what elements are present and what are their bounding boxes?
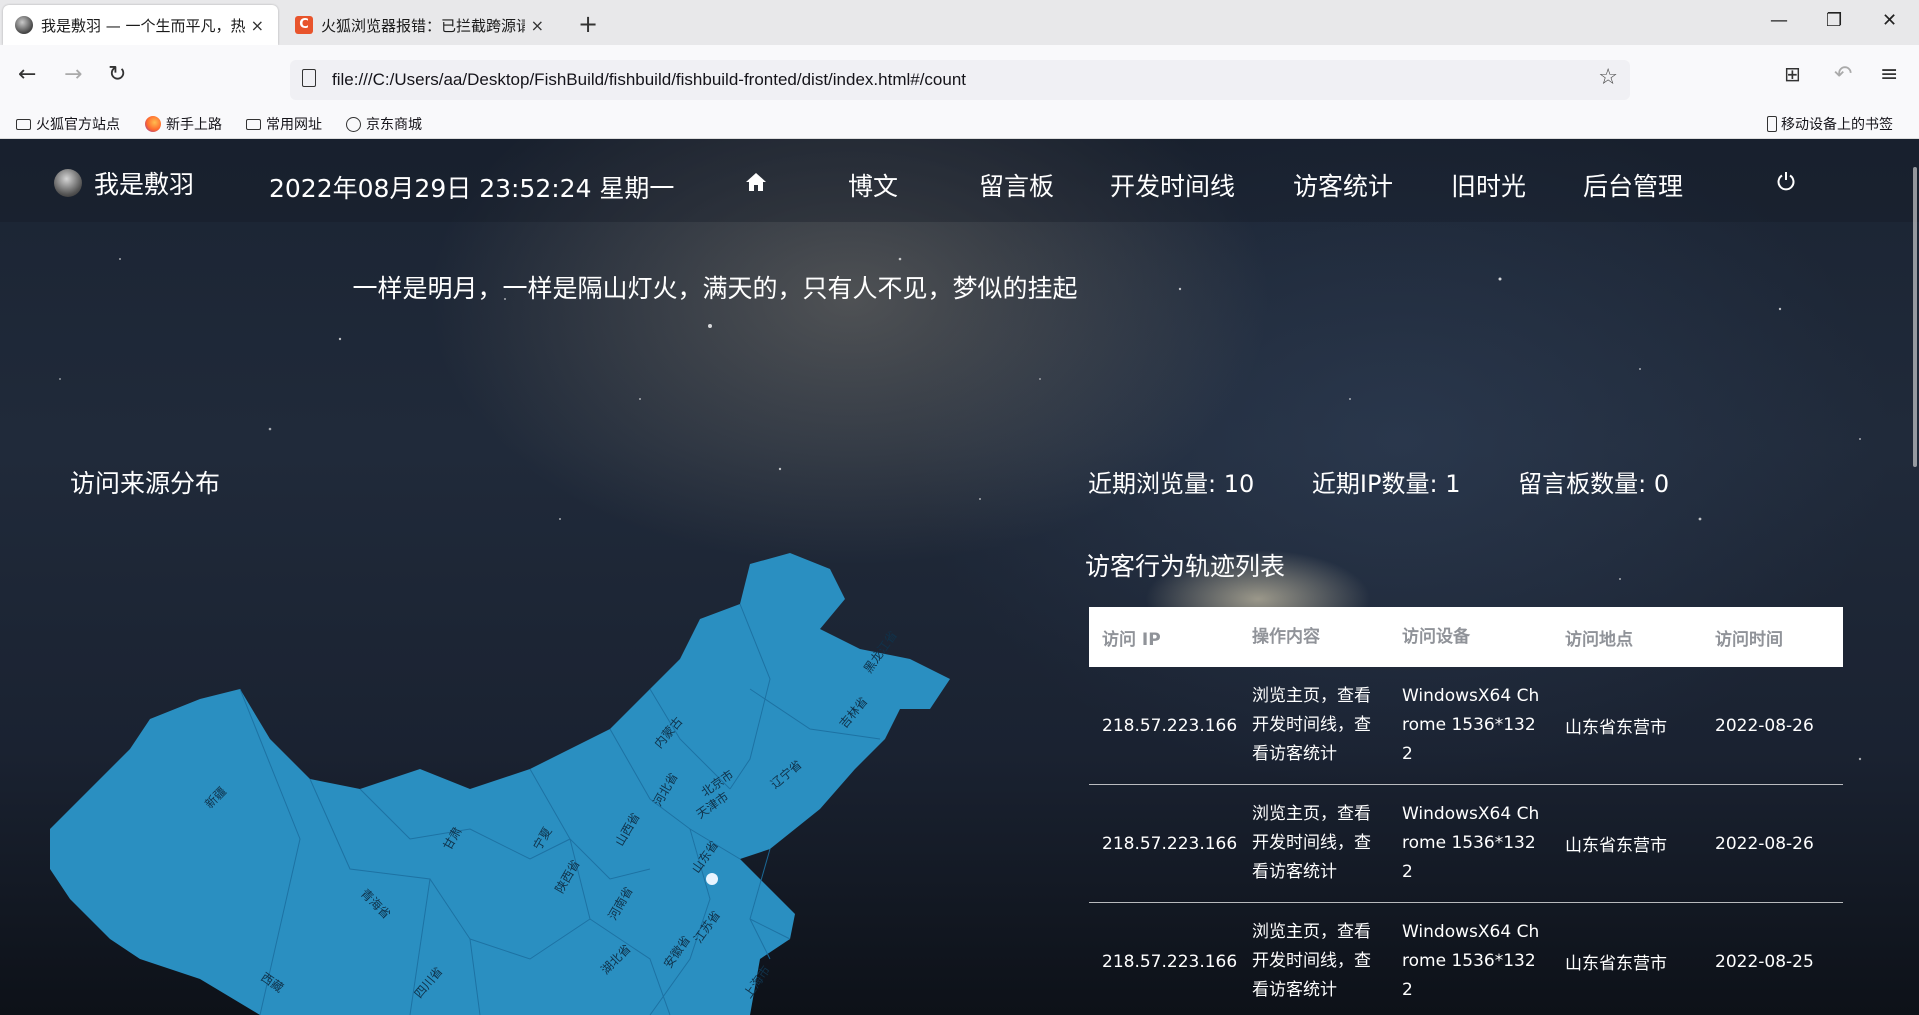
url-text[interactable]: file:///C:/Users/aa/Desktop/FishBuild/fi…	[332, 70, 966, 90]
bookmark-label: 新手上路	[166, 117, 222, 133]
bookmark-jd[interactable]: 京东商城	[346, 114, 422, 134]
tab-strip: 我是敷羽 — 一个生而平凡，热爱 × C 火狐浏览器报错：已拦截跨源请求 × +…	[0, 0, 1919, 45]
stat-ips-label: 近期IP数量:	[1311, 470, 1438, 498]
header-ip[interactable]: 访问 IP	[1089, 625, 1239, 650]
cell-device: WindowsX64 Chrome 1536*1322	[1402, 922, 1540, 1000]
bookmark-firefox-site[interactable]: 火狐官方站点	[16, 114, 120, 134]
table-row[interactable]: 218.57.223.166 浏览主页，查看开发时间线，查看访客统计 Windo…	[1089, 785, 1843, 903]
stat-ips: 近期IP数量: 1	[1312, 470, 1461, 498]
cell-device: WindowsX64 Chrome 1536*1322	[1402, 804, 1540, 882]
bookmark-star-icon[interactable]: ☆	[1598, 65, 1618, 90]
bookmark-label: 京东商城	[366, 117, 422, 133]
page-content: 我是敷羽 2022年08月29日 23:52:24 星期一 博文 留言板 开发时…	[0, 139, 1919, 1015]
nav-admin[interactable]: 后台管理	[1583, 167, 1683, 203]
table-row[interactable]: 218.57.223.166 浏览主页，查看开发时间线，查看访客统计 Windo…	[1089, 903, 1843, 1015]
site-motto: 一样是明月，一样是隔山灯火，满天的，只有人不见，梦似的挂起	[352, 274, 1078, 303]
datetime-clock: 2022年08月29日 23:52:24 星期一	[269, 174, 675, 203]
header-device[interactable]: 访问设备	[1389, 623, 1552, 652]
bookmarks-bar: 火狐官方站点 新手上路 常用网址 京东商城 移动设备上的书签	[0, 108, 1919, 139]
site-favicon-icon	[15, 16, 33, 34]
power-icon[interactable]	[1776, 171, 1796, 191]
china-visitor-map[interactable]: 黑龙江省吉林省辽宁省内蒙古北京市天津市河北省山东省山西省宁夏陕西省河南省甘肃青海…	[50, 539, 970, 1015]
brand-name: 我是敷羽	[94, 170, 195, 199]
nav-dev-timeline[interactable]: 开发时间线	[1110, 167, 1235, 203]
nav-guestbook[interactable]: 留言板	[979, 167, 1054, 203]
bookmark-label: 常用网址	[266, 117, 322, 133]
tab-close-icon[interactable]: ×	[251, 16, 264, 35]
minimize-icon[interactable]: —	[1770, 10, 1788, 31]
tab-close-icon[interactable]: ×	[531, 16, 544, 35]
address-bar[interactable]: file:///C:/Users/aa/Desktop/FishBuild/fi…	[290, 60, 1630, 100]
nav-old-times[interactable]: 旧时光	[1451, 167, 1526, 203]
tab-title: 火狐浏览器报错：已拦截跨源请求	[321, 16, 525, 35]
cell-action: 浏览主页，查看开发时间线，查看访客统计	[1252, 686, 1371, 764]
tab-title: 我是敷羽 — 一个生而平凡，热爱	[41, 16, 245, 35]
table-header: 访问 IP 操作内容 访问设备 访问地点 访问时间	[1089, 607, 1843, 667]
bookmark-label: 火狐官方站点	[36, 117, 120, 133]
cell-location: 山东省东营市	[1565, 954, 1667, 974]
globe-icon	[346, 116, 361, 132]
stat-views-label: 近期浏览量:	[1088, 470, 1217, 498]
mobile-icon	[1767, 116, 1777, 132]
cell-time: 2022-08-26	[1715, 833, 1814, 854]
map-title: 访问来源分布	[70, 469, 221, 498]
csdn-favicon-icon: C	[295, 16, 313, 34]
bookmark-mobile[interactable]: 移动设备上的书签	[1767, 114, 1893, 134]
stat-messages-value: 0	[1653, 470, 1670, 498]
cell-ip: 218.57.223.166	[1102, 951, 1238, 972]
page-icon	[302, 69, 316, 87]
cell-device: WindowsX64 Chrome 1536*1322	[1402, 686, 1540, 764]
nav-blog[interactable]: 博文	[848, 167, 898, 203]
table-row[interactable]: 218.57.223.166 浏览主页，查看开发时间线，查看访客统计 Windo…	[1089, 667, 1843, 785]
site-brand[interactable]: 我是敷羽	[54, 165, 194, 201]
forward-icon[interactable]: →	[64, 62, 82, 87]
reload-icon[interactable]: ↻	[108, 62, 126, 87]
nav-visitor-stats[interactable]: 访客统计	[1293, 167, 1393, 203]
crop-icon[interactable]: ⊞	[1784, 62, 1801, 86]
tab-inactive[interactable]: C 火狐浏览器报错：已拦截跨源请求 ×	[283, 5, 558, 45]
cell-time: 2022-08-26	[1715, 715, 1814, 736]
visitor-track-table: 访问 IP 操作内容 访问设备 访问地点 访问时间 218.57.223.166…	[1089, 607, 1843, 1015]
restore-icon[interactable]: ❐	[1826, 10, 1842, 31]
folder-icon	[16, 118, 31, 130]
stat-views-value: 10	[1223, 470, 1255, 498]
close-window-icon[interactable]: ✕	[1882, 10, 1897, 31]
avatar	[54, 169, 82, 197]
new-tab-button[interactable]: +	[578, 10, 598, 38]
cell-action: 浏览主页，查看开发时间线，查看访客统计	[1252, 922, 1371, 1000]
cell-action: 浏览主页，查看开发时间线，查看访客统计	[1252, 804, 1371, 882]
undo-icon[interactable]: ↶	[1834, 62, 1852, 87]
tab-active[interactable]: 我是敷羽 — 一个生而平凡，热爱 ×	[3, 5, 278, 45]
bookmark-label: 移动设备上的书签	[1781, 117, 1893, 133]
cell-location: 山东省东营市	[1565, 836, 1667, 856]
home-icon[interactable]	[745, 172, 767, 192]
back-icon[interactable]: ←	[18, 62, 36, 87]
bookmark-getting-started[interactable]: 新手上路	[145, 114, 222, 134]
cell-time: 2022-08-25	[1715, 951, 1814, 972]
cell-ip: 218.57.223.166	[1102, 715, 1238, 736]
stat-messages: 留言板数量: 0	[1518, 470, 1669, 498]
stat-ips-value: 1	[1445, 470, 1461, 498]
folder-icon	[246, 118, 261, 130]
header-time[interactable]: 访问时间	[1702, 625, 1843, 650]
stat-messages-label: 留言板数量:	[1518, 470, 1647, 498]
visitor-location-dot	[706, 873, 718, 885]
menu-icon[interactable]: ≡	[1880, 62, 1898, 87]
stats-summary: 近期浏览量: 10 近期IP数量: 1 留言板数量: 0	[1088, 464, 1719, 499]
bookmark-common-sites[interactable]: 常用网址	[246, 114, 322, 134]
firefox-icon	[145, 116, 161, 132]
china-map-shape	[50, 553, 950, 1015]
stat-views: 近期浏览量: 10	[1088, 470, 1254, 498]
page-scrollbar[interactable]	[1913, 167, 1917, 467]
cell-location: 山东省东营市	[1565, 718, 1667, 738]
track-list-title: 访客行为轨迹列表	[1085, 552, 1286, 581]
cell-ip: 218.57.223.166	[1102, 833, 1238, 854]
header-action[interactable]: 操作内容	[1239, 623, 1389, 652]
header-location[interactable]: 访问地点	[1552, 625, 1702, 650]
